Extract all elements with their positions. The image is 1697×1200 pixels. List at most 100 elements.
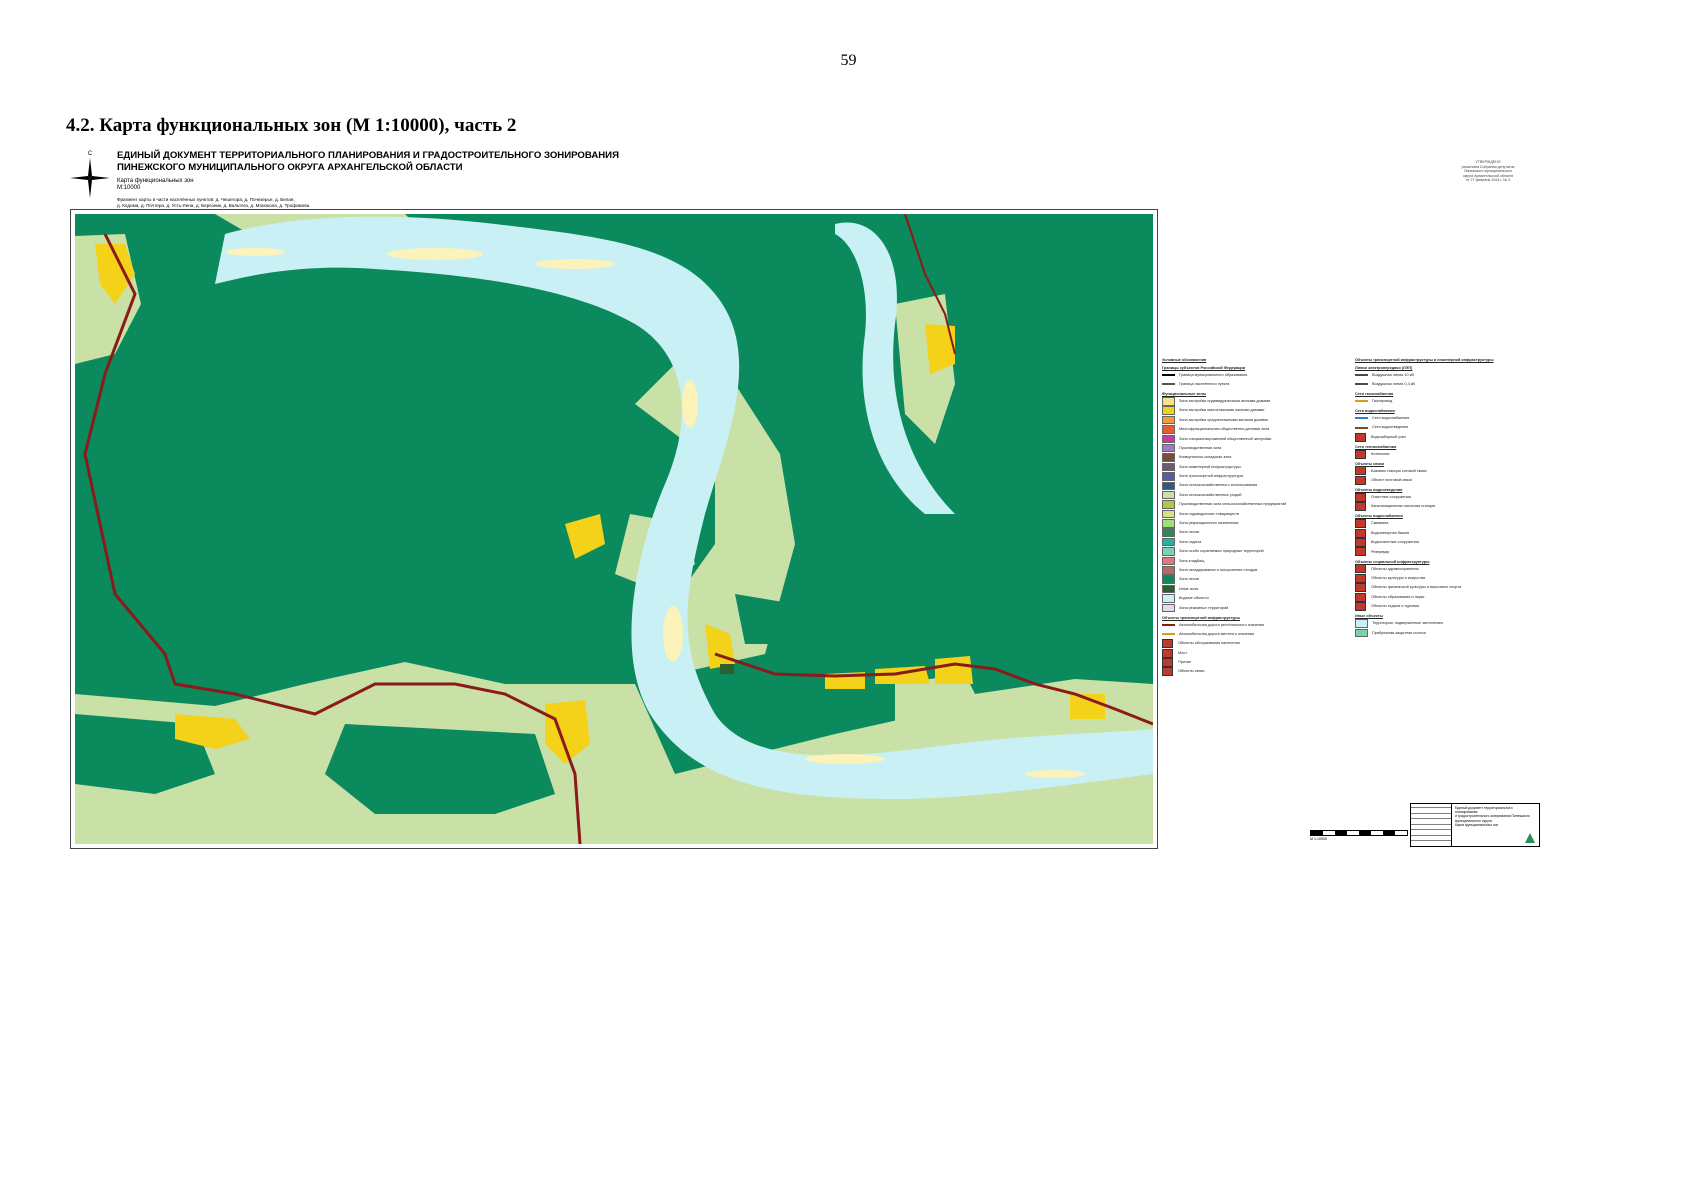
approval-stamp: УТВЕРЖДЕНО решением Собрания депутатов П… — [1452, 160, 1524, 183]
legend-point-symbol-icon — [1162, 657, 1173, 667]
legend-label: Зона сельскохозяйственных угодий — [1179, 492, 1242, 497]
legend-item: Зона режимных территорий — [1162, 603, 1340, 613]
title-block: Единый документ территориального планиро… — [1410, 803, 1540, 847]
legend-label: Объекты обслуживания населения — [1178, 641, 1240, 646]
legend-item: Котельная — [1355, 449, 1545, 459]
legend-swatch — [1162, 425, 1175, 434]
legend-item: Зона складирования и захоронения отходов — [1162, 566, 1340, 575]
legend-label: Многофункциональная общественно-деловая … — [1179, 427, 1270, 432]
legend-item: Зона кладбищ — [1162, 556, 1340, 566]
legend-item: Объекты здравоохранения — [1355, 564, 1545, 574]
legend-label: Иные зоны — [1179, 586, 1199, 591]
legend-item: Зона сельскохозяйственных угодий — [1162, 490, 1340, 500]
legend-item: Многофункциональная общественно-деловая … — [1162, 425, 1340, 434]
title-block-line: Карта функциональных зон — [1455, 822, 1499, 827]
legend-label: Территории, подверженные затоплению — [1372, 621, 1444, 626]
legend-item: Сети водоснабжения — [1355, 414, 1545, 423]
legend-item: Иные зоны — [1162, 584, 1340, 594]
legend-point-symbol-icon — [1355, 592, 1366, 602]
legend-items: Линии электропередачи (ЛЭП) Воздушная лин… — [1355, 366, 1545, 638]
legend-item: Водоочистные сооружения — [1355, 538, 1545, 548]
legend-item: Канализационная насосная станция — [1355, 502, 1545, 512]
legend-right: Объекты транспортной инфраструктуры и ин… — [1355, 355, 1545, 638]
compass-rose-icon: С — [70, 151, 110, 198]
legend-label: Водонапорная башня — [1371, 530, 1410, 535]
legend-line-symbol — [1355, 417, 1368, 420]
legend-swatch — [1162, 434, 1175, 444]
legend-item: Зона лесов — [1162, 575, 1340, 584]
legend-item: Коммунально-складская зона — [1162, 453, 1340, 462]
legend-label: Объекты отдыха и туризма — [1371, 604, 1419, 609]
legend-swatch — [1162, 500, 1175, 509]
legend-swatch — [1162, 443, 1175, 453]
map-frame[interactable] — [70, 209, 1158, 849]
map-name-block: Карта функциональных зон М:10000 — [117, 178, 194, 192]
legend-label: Зона кладбищ — [1179, 558, 1205, 563]
legend-line-symbol — [1162, 623, 1175, 626]
legend-item: Сети водоотведения — [1355, 423, 1545, 432]
legend-label: Объекты образования и науки — [1371, 594, 1425, 599]
legend-label: Базовая станция сотовой связи — [1371, 468, 1427, 473]
legend-item: Граница населённого пункта — [1162, 380, 1340, 389]
legend-item: Газопровод — [1355, 397, 1545, 406]
legend-point-symbol-icon — [1355, 547, 1366, 557]
legend-point-symbol-icon — [1355, 528, 1366, 538]
document-title-line2: ПИНЕЖСКОГО МУНИЦИПАЛЬНОГО ОКРУГА АРХАНГЕ… — [117, 162, 463, 173]
fragments-note: Фрагмент карты в части населённых пункто… — [117, 197, 357, 209]
legend-point-symbol-icon — [1355, 449, 1366, 459]
legend-item: Зона особо охраняемых природных территор… — [1162, 547, 1340, 556]
legend-label: Зона застройки среднеэтажными жилыми дом… — [1179, 417, 1268, 422]
legend-swatch — [1162, 462, 1175, 472]
legend-label: Зона особо охраняемых природных территор… — [1179, 549, 1264, 554]
forest-pocket — [325, 724, 555, 814]
legend-swatch — [1162, 490, 1175, 500]
legend-label: Зона складирования и захоронения отходов — [1179, 567, 1258, 572]
legend-item: Зона специализированной общественной зас… — [1162, 434, 1340, 444]
legend-label: Зона режимных территорий — [1179, 605, 1229, 610]
legend-label: Зона инженерной инфраструктуры — [1179, 464, 1241, 469]
legend-swatch — [1162, 397, 1175, 406]
legend-label: Воздушная линия 10 кВ — [1372, 372, 1414, 377]
sandbar — [387, 248, 483, 260]
legend-item: Зона рекреационного назначения — [1162, 519, 1340, 528]
legend-label: Автомобильная дорога местного значения — [1179, 631, 1255, 636]
legend-line-symbol — [1162, 633, 1175, 636]
legend-swatch — [1162, 547, 1175, 556]
legend-label: Очистные сооружения — [1371, 495, 1411, 500]
legend-label: Прибрежная защитная полоса — [1372, 630, 1426, 635]
legend-point-symbol-icon — [1355, 519, 1366, 529]
legend-item: Водные объекты — [1162, 594, 1340, 603]
legend-swatch — [1162, 453, 1175, 462]
legend-label: Скважина — [1371, 521, 1389, 526]
legend-point-symbol-icon — [1355, 475, 1366, 485]
legend-point-symbol-icon — [1355, 564, 1366, 574]
legend-line-symbol — [1162, 373, 1175, 376]
legend-label: Причал — [1178, 660, 1192, 665]
title-block-line: Единый документ территориального планиро… — [1455, 806, 1513, 815]
legend-item: Объекты отдыха и туризма — [1355, 601, 1545, 611]
legend-label: Зона застройки малоэтажными жилыми домам… — [1179, 408, 1265, 413]
legend-swatch — [1355, 628, 1368, 638]
legend-item: Зона лесов — [1162, 528, 1340, 537]
legend-item: Объекты физической культуры и массового … — [1355, 583, 1545, 593]
legend-item: Зона отдыха — [1162, 537, 1340, 547]
legend-item: Водонапорная башня — [1355, 528, 1545, 538]
legend-items: Границы субъектов Российской Федерации Гр… — [1162, 366, 1340, 677]
legend-label: Зона транспортной инфраструктуры — [1179, 474, 1244, 479]
legend-label: Зона отдыха — [1179, 539, 1202, 544]
legend-item: Зона садоводческих товариществ — [1162, 509, 1340, 519]
legend-swatch — [1162, 509, 1175, 519]
legend-label: Производственная зона сельскохозяйственн… — [1179, 502, 1287, 507]
scale-bar — [1310, 830, 1408, 836]
legend-line-symbol — [1355, 383, 1368, 386]
sandbar — [805, 754, 885, 764]
document-title: ЕДИНЫЙ ДОКУМЕНТ ТЕРРИТОРИАЛЬНОГО ПЛАНИРО… — [117, 150, 619, 174]
scale-bar-label: М 1:10000 — [1310, 837, 1327, 841]
legend-label: Зона лесов — [1179, 530, 1200, 535]
map-scale: М:10000 — [117, 185, 141, 191]
legend-point-symbol-icon — [1355, 583, 1366, 593]
legend-label: Котельная — [1371, 451, 1390, 456]
functional-zones-map[interactable] — [75, 214, 1153, 844]
legend-swatch — [1162, 415, 1175, 425]
legend-swatch — [1162, 594, 1175, 603]
